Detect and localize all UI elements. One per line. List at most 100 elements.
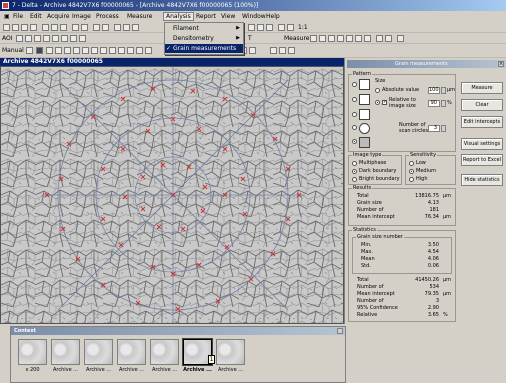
thumbnail-4[interactable]: Archive ...: [150, 339, 179, 377]
undo-icon[interactable]: [72, 24, 79, 31]
menu-measure[interactable]: Measure: [125, 12, 155, 21]
high-radio[interactable]: [409, 177, 414, 182]
absolute-value-input[interactable]: 100: [428, 87, 440, 94]
menu-image[interactable]: Image: [70, 12, 93, 21]
measure-polygon-icon[interactable]: [337, 35, 344, 42]
measure-line-icon[interactable]: [346, 35, 353, 42]
measure-close-icon[interactable]: [397, 35, 404, 42]
relative-size-radio[interactable]: [375, 100, 380, 105]
histogram-icon[interactable]: [102, 24, 109, 31]
copy-icon[interactable]: [51, 24, 58, 31]
measure-circle-icon[interactable]: [319, 35, 326, 42]
thumbnail-2[interactable]: Archive ...: [84, 339, 113, 377]
measure-angle-icon[interactable]: [355, 35, 362, 42]
filter-icon[interactable]: [114, 24, 121, 31]
menu-analysis[interactable]: Analysis: [163, 12, 194, 21]
draw-circle-icon[interactable]: [46, 47, 53, 54]
relative-value-spinner[interactable]: [441, 100, 446, 107]
fullscreen-icon[interactable]: [278, 24, 285, 31]
medium-radio[interactable]: [409, 169, 414, 174]
measure-rect-icon[interactable]: [310, 35, 317, 42]
draw-line-icon[interactable]: [100, 47, 107, 54]
cut-icon[interactable]: [42, 24, 49, 31]
scan-circles-spinner[interactable]: [441, 125, 446, 132]
close-icon[interactable]: [337, 328, 343, 334]
menu-help[interactable]: Help: [264, 12, 282, 21]
aoi-rect-icon[interactable]: [16, 35, 23, 42]
split-icon[interactable]: [288, 47, 295, 54]
edit-intercepts-button[interactable]: Edit intercepts: [461, 116, 503, 128]
zoom-out-icon[interactable]: [257, 24, 264, 31]
menu-process[interactable]: Process: [94, 12, 121, 21]
panel-title-bar[interactable]: Grain measurements ×: [347, 60, 506, 68]
measure-settings-icon[interactable]: [385, 35, 392, 42]
micrograph-canvas[interactable]: [0, 66, 344, 324]
pattern-combined-radio[interactable]: [352, 139, 357, 144]
pattern-cross-radio[interactable]: [352, 112, 357, 117]
menu-item-grain-measurements[interactable]: ✓ Grain measurements: [165, 44, 243, 53]
manual-dropdown-icon[interactable]: [26, 47, 33, 54]
thumbnail-6[interactable]: Archive ...: [216, 339, 245, 377]
visual-settings-button[interactable]: Visual settings: [461, 138, 503, 150]
stack-icon[interactable]: [279, 47, 286, 54]
report-icon[interactable]: [132, 24, 139, 31]
image-window-title[interactable]: Archive 4842V7X6 f00000065: [0, 58, 344, 66]
menu-acquire[interactable]: Acquire: [45, 12, 72, 21]
multiphase-radio[interactable]: [352, 161, 357, 166]
aoi-polygon-icon[interactable]: [34, 35, 41, 42]
draw-freehand-icon[interactable]: [73, 47, 80, 54]
aoi-invert-icon[interactable]: [61, 35, 68, 42]
text-tool[interactable]: T: [248, 34, 252, 43]
draw-grid-icon[interactable]: [145, 47, 152, 54]
draw-arrow-icon[interactable]: [127, 47, 134, 54]
absolute-value-spinner[interactable]: [441, 87, 446, 94]
thumbnail-0[interactable]: x 200: [18, 339, 47, 377]
relative-value-input[interactable]: 90: [428, 100, 440, 107]
menu-file[interactable]: File: [11, 12, 25, 21]
measure-icon[interactable]: [123, 24, 130, 31]
paste-icon[interactable]: [60, 24, 67, 31]
aoi-ellipse-icon[interactable]: [25, 35, 32, 42]
grid-icon[interactable]: [287, 24, 294, 31]
window-title-bar[interactable]: 7 - Delta - Archive 4842V7X6 f00000065 -…: [0, 0, 506, 11]
measure-table-icon[interactable]: [376, 35, 383, 42]
bright-boundary-radio[interactable]: [352, 177, 357, 182]
measure-point-icon[interactable]: [364, 35, 371, 42]
capture-icon[interactable]: [93, 24, 100, 31]
menu-item-filament[interactable]: Filament ▶: [165, 24, 243, 33]
draw-text-icon[interactable]: [136, 47, 143, 54]
thumbnail-3[interactable]: Archive ...: [117, 339, 146, 377]
thumbnail-1[interactable]: Archive ...: [51, 339, 80, 377]
absolute-value-radio[interactable]: [375, 88, 380, 93]
snapshot-icon[interactable]: [270, 47, 277, 54]
dark-boundary-radio[interactable]: [352, 169, 357, 174]
low-radio[interactable]: [409, 161, 414, 166]
new-icon[interactable]: [3, 24, 10, 31]
pattern-vertical-radio[interactable]: [352, 97, 357, 102]
overlay-clear-icon[interactable]: [249, 47, 256, 54]
zoom-in-icon[interactable]: [248, 24, 255, 31]
pattern-circle-radio[interactable]: [352, 125, 357, 130]
report-to-excel-button[interactable]: Report to Excel: [461, 154, 503, 166]
draw-ellipse-icon[interactable]: [55, 47, 62, 54]
hide-statistics-button[interactable]: Hide statistics: [461, 174, 503, 186]
clear-button[interactable]: Clear: [461, 99, 503, 111]
close-icon[interactable]: ×: [498, 61, 504, 67]
measure-button[interactable]: Measure: [461, 82, 503, 94]
draw-angle-icon[interactable]: [109, 47, 116, 54]
aoi-freehand-icon[interactable]: [43, 35, 50, 42]
relative-checkbox[interactable]: ✓: [382, 100, 387, 105]
scan-circles-input[interactable]: 3: [428, 125, 440, 132]
thumbnail-5-selected[interactable]: 1 Archive ...: [183, 339, 215, 377]
aoi-pointer-icon[interactable]: [79, 35, 86, 42]
save-icon[interactable]: [21, 24, 28, 31]
menu-item-densitometry[interactable]: Densitometry ▶: [165, 34, 243, 43]
print-icon[interactable]: [30, 24, 37, 31]
draw-rect-icon[interactable]: [91, 47, 98, 54]
aoi-magic-icon[interactable]: [52, 35, 59, 42]
aoi-clear-icon[interactable]: [70, 35, 77, 42]
measure-arrow-icon[interactable]: [328, 35, 335, 42]
draw-shape-icon[interactable]: [82, 47, 89, 54]
open-icon[interactable]: [12, 24, 19, 31]
menu-report[interactable]: Report: [194, 12, 218, 21]
